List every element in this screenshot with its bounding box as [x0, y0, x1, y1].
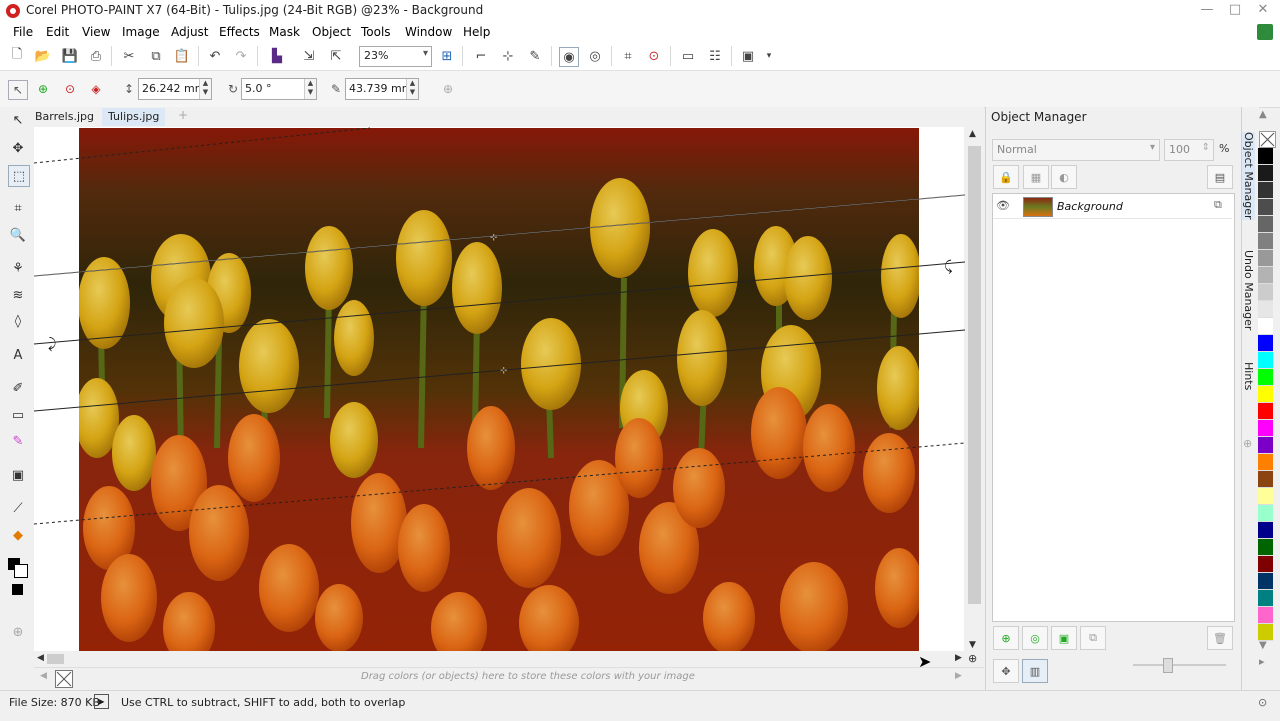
palette-swatch[interactable]: [1258, 199, 1273, 216]
tray-scroll-right-icon[interactable]: ▶: [955, 671, 962, 681]
palette-swatch[interactable]: [1258, 539, 1273, 556]
palette-swatch[interactable]: [1258, 471, 1273, 488]
opacity-stepper-icon[interactable]: ⇕: [1202, 142, 1210, 153]
lock-icon[interactable]: 🔒: [993, 165, 1019, 189]
color-tray-hint: Drag colors (or objects) here to store t…: [361, 671, 695, 682]
clip-mask-icon[interactable]: ◐: [1051, 165, 1077, 189]
opacity-unit: %: [1219, 142, 1230, 155]
new-object-icon[interactable]: ⊕: [993, 626, 1019, 650]
new-mask-icon[interactable]: ▣: [1051, 626, 1077, 650]
rotate-handle-icon[interactable]: ⤸: [48, 336, 57, 352]
fit-layer-icon[interactable]: ✥: [993, 659, 1019, 683]
thumbnail-zoom-slider[interactable]: [1163, 658, 1173, 673]
mask-marquee-bottom: [33, 442, 966, 525]
palette-swatch[interactable]: [1258, 233, 1273, 250]
palette-swatch[interactable]: [1258, 250, 1273, 267]
docker-options-icon[interactable]: ▤: [1207, 165, 1233, 189]
scroll-left-icon[interactable]: ◀: [37, 653, 44, 663]
palette-swatch[interactable]: [1258, 335, 1273, 352]
palette-scroll-up-icon[interactable]: ▲: [1259, 109, 1267, 120]
palette-swatch[interactable]: [1258, 182, 1273, 199]
no-color-swatch[interactable]: [55, 670, 73, 688]
navigator-icon[interactable]: ⊕: [968, 652, 977, 665]
palette-scroll-down-icon[interactable]: ▼: [1259, 640, 1267, 651]
blend-mode-select[interactable]: Normal ▾: [992, 139, 1160, 161]
file-size: File Size: 870 KB: [9, 696, 100, 709]
tab-object-manager[interactable]: Object Manager: [1242, 132, 1255, 220]
palette-swatch[interactable]: [1258, 624, 1273, 641]
palette-swatch[interactable]: [1258, 522, 1273, 539]
status-message: Use CTRL to subtract, SHIFT to add, both…: [121, 696, 406, 709]
opacity-field[interactable]: 100 ⇕: [1164, 139, 1214, 161]
layer-list[interactable]: [992, 193, 1235, 622]
delete-icon[interactable]: 🗑: [1207, 626, 1233, 650]
palette-swatch[interactable]: [1258, 403, 1273, 420]
palette-swatch[interactable]: [1258, 301, 1273, 318]
layer-properties-icon[interactable]: ⧉: [1214, 198, 1222, 212]
eye-icon[interactable]: 👁: [996, 199, 1010, 212]
palette-swatch[interactable]: [1258, 505, 1273, 522]
mask-marquee-top: [33, 127, 371, 164]
scroll-right-icon[interactable]: ▶: [955, 653, 962, 663]
thumbnail-zoom-track[interactable]: [1133, 664, 1226, 666]
tab-undo-manager[interactable]: Undo Manager: [1242, 250, 1255, 330]
center-handle-icon[interactable]: ⊹: [490, 233, 498, 243]
layer-thumbnail: [1023, 197, 1053, 217]
new-lens-icon[interactable]: ◎: [1022, 626, 1048, 650]
palette-swatch[interactable]: [1258, 318, 1273, 335]
minimize-button[interactable]: —: [1194, 1, 1220, 19]
horizontal-scrollbar[interactable]: [34, 651, 965, 667]
palette-swatch[interactable]: [1258, 420, 1273, 437]
no-color-swatch[interactable]: [1259, 131, 1276, 148]
docker-title: Object Manager: [991, 110, 1087, 124]
add-docker-icon[interactable]: ⊕: [1243, 437, 1252, 450]
palette-swatch[interactable]: [1258, 488, 1273, 505]
palette-swatch[interactable]: [1258, 437, 1273, 454]
guideline[interactable]: [33, 261, 966, 345]
maximize-button[interactable]: □: [1222, 1, 1248, 19]
palette-swatch[interactable]: [1258, 386, 1273, 403]
scroll-up-icon[interactable]: ▲: [969, 129, 976, 139]
palette-swatch[interactable]: [1258, 454, 1273, 471]
palette-swatch[interactable]: [1258, 267, 1273, 284]
palette-swatch[interactable]: [1258, 352, 1273, 369]
tab-hints[interactable]: Hints: [1242, 362, 1255, 390]
palette-flyout-icon[interactable]: ▸: [1259, 655, 1265, 668]
layer-name[interactable]: Background: [1057, 200, 1123, 213]
lock-transparency-icon[interactable]: ▦: [1023, 165, 1049, 189]
vertical-scroll-thumb[interactable]: [968, 146, 981, 604]
palette-swatch[interactable]: [1258, 216, 1273, 233]
close-button[interactable]: ✕: [1250, 1, 1276, 19]
chevron-down-icon: ▾: [1149, 142, 1155, 153]
palette-swatch[interactable]: [1258, 590, 1273, 607]
rotate-handle-icon[interactable]: ⤹: [944, 259, 953, 275]
palette-swatch[interactable]: [1258, 369, 1273, 386]
horizontal-scroll-thumb[interactable]: [47, 654, 64, 664]
app-logo-icon: [1257, 24, 1273, 40]
palette-swatch[interactable]: [1258, 556, 1273, 573]
status-options-icon[interactable]: ⊙: [1258, 696, 1267, 709]
thumbnail-size-icon[interactable]: ▥: [1022, 659, 1048, 683]
palette-swatch[interactable]: [1258, 284, 1273, 301]
palette-swatch[interactable]: [1258, 573, 1273, 590]
scroll-down-icon[interactable]: ▼: [969, 640, 976, 650]
palette-swatch[interactable]: [1258, 607, 1273, 624]
palette-swatch[interactable]: [1258, 165, 1273, 182]
color-palette[interactable]: [1258, 148, 1276, 641]
center-handle-icon[interactable]: ⊹: [500, 366, 508, 376]
tray-scroll-left-icon[interactable]: ◀: [40, 671, 47, 681]
play-icon[interactable]: ▶: [94, 694, 109, 709]
palette-swatch[interactable]: [1258, 148, 1273, 165]
guidelines-overlay: ⤸ ⤹ ⊹ ⊹: [33, 127, 966, 525]
combine-icon[interactable]: ⧉: [1080, 626, 1106, 650]
